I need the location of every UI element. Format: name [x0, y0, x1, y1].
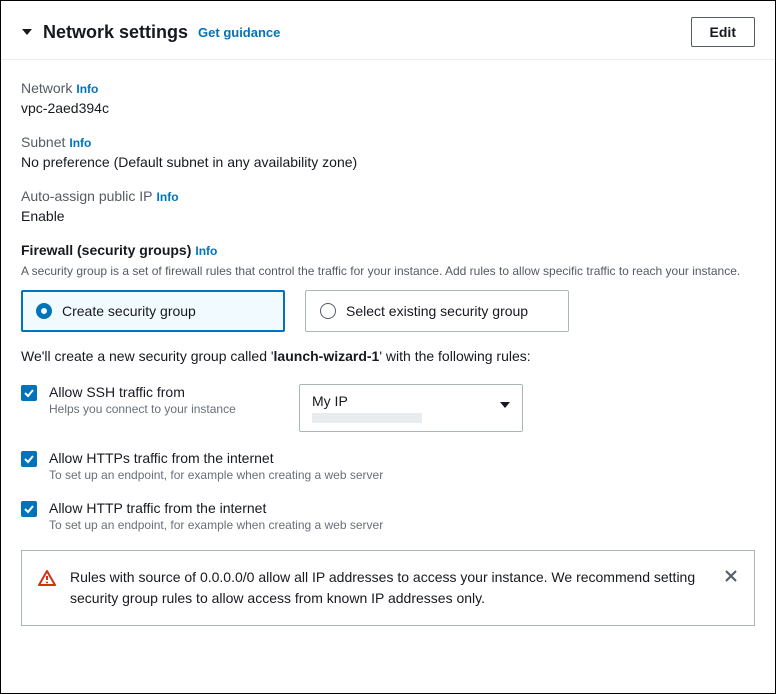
- panel-title: Network settings: [43, 22, 188, 43]
- edit-button[interactable]: Edit: [691, 17, 755, 47]
- allow-https-label: Allow HTTPs traffic from the internet: [49, 450, 383, 466]
- ssh-source-value: My IP: [312, 393, 510, 409]
- subnet-field: Subnet Info No preference (Default subne…: [21, 134, 755, 170]
- dropdown-caret-icon: [499, 398, 511, 414]
- allow-https-row: Allow HTTPs traffic from the internet To…: [21, 450, 755, 482]
- firewall-description: A security group is a set of firewall ru…: [21, 262, 755, 280]
- allow-https-help: To set up an endpoint, for example when …: [49, 468, 383, 482]
- allow-ssh-row: Allow SSH traffic from Helps you connect…: [21, 384, 755, 432]
- allow-ssh-label: Allow SSH traffic from: [49, 384, 299, 400]
- security-group-choice: Create security group Select existing se…: [21, 290, 755, 332]
- allow-https-checkbox[interactable]: [21, 451, 37, 467]
- create-sg-description: We'll create a new security group called…: [21, 348, 755, 364]
- ssh-source-select-wrap: My IP: [299, 384, 523, 432]
- allow-http-row: Allow HTTP traffic from the internet To …: [21, 500, 755, 532]
- subnet-info-link[interactable]: Info: [69, 136, 91, 150]
- create-sg-label: Create security group: [62, 303, 196, 319]
- firewall-label: Firewall (security groups): [21, 242, 191, 258]
- allow-ssh-checkbox[interactable]: [21, 385, 37, 401]
- public-ip-info-link[interactable]: Info: [157, 190, 179, 204]
- network-field: Network Info vpc-2aed394c: [21, 80, 755, 116]
- select-existing-security-group-option[interactable]: Select existing security group: [305, 290, 569, 332]
- network-info-link[interactable]: Info: [76, 82, 98, 96]
- subnet-label: Subnet: [21, 134, 65, 150]
- subnet-value: No preference (Default subnet in any ava…: [21, 154, 755, 170]
- public-ip-field: Auto-assign public IP Info Enable: [21, 188, 755, 224]
- radio-selected-icon: [36, 303, 52, 319]
- panel-body: Network Info vpc-2aed394c Subnet Info No…: [1, 60, 775, 664]
- select-sg-label: Select existing security group: [346, 303, 528, 319]
- firewall-field: Firewall (security groups) Info A securi…: [21, 242, 755, 626]
- warning-icon: [38, 569, 56, 590]
- firewall-info-link[interactable]: Info: [195, 244, 217, 258]
- public-ip-label: Auto-assign public IP: [21, 188, 153, 204]
- allow-http-label: Allow HTTP traffic from the internet: [49, 500, 383, 516]
- network-label: Network: [21, 80, 72, 96]
- create-security-group-option[interactable]: Create security group: [21, 290, 285, 332]
- allow-ssh-help: Helps you connect to your instance: [49, 402, 299, 416]
- get-guidance-link[interactable]: Get guidance: [198, 25, 280, 40]
- allow-http-help: To set up an endpoint, for example when …: [49, 518, 383, 532]
- alert-text: Rules with source of 0.0.0.0/0 allow all…: [70, 567, 710, 609]
- panel-header: Network settings Get guidance Edit: [1, 1, 775, 60]
- ssh-source-ip-placeholder: [312, 413, 422, 423]
- network-settings-panel: Network settings Get guidance Edit Netwo…: [0, 0, 776, 694]
- alert-close-button[interactable]: [724, 569, 738, 586]
- network-value: vpc-2aed394c: [21, 100, 755, 116]
- security-warning-alert: Rules with source of 0.0.0.0/0 allow all…: [21, 550, 755, 626]
- ssh-source-select[interactable]: My IP: [299, 384, 523, 432]
- radio-unselected-icon: [320, 303, 336, 319]
- allow-http-checkbox[interactable]: [21, 501, 37, 517]
- public-ip-value: Enable: [21, 208, 755, 224]
- sg-name: launch-wizard-1: [274, 348, 380, 364]
- collapse-caret-icon[interactable]: [21, 26, 33, 38]
